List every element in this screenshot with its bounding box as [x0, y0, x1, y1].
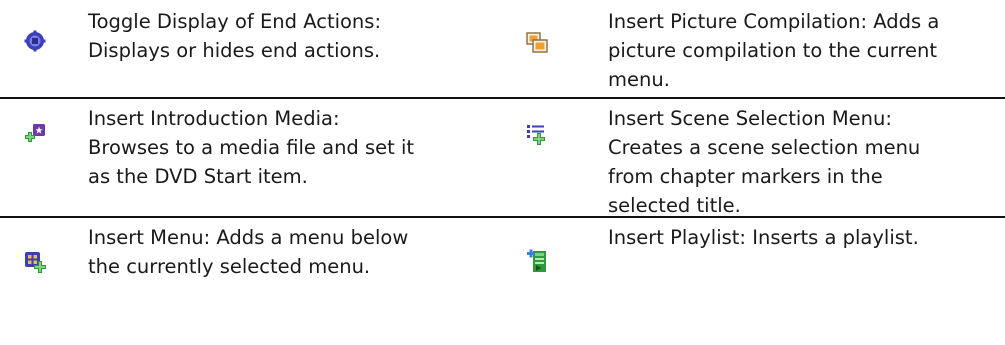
toolbar-reference-table: Toggle Display of End Actions: Displays …: [0, 0, 1005, 345]
table-row: Insert Introduction Media: Browses to a …: [0, 99, 1005, 218]
table-row: Toggle Display of End Actions: Displays …: [0, 0, 1005, 99]
picture-compilation-icon: [526, 32, 548, 54]
table-cell-toggle-end-actions: Toggle Display of End Actions: Displays …: [0, 0, 500, 97]
table-cell-insert-menu: Insert Menu: Adds a menu below the curre…: [0, 218, 500, 345]
table-cell-insert-playlist: Insert Playlist: Inserts a playlist.: [500, 218, 1005, 345]
table-row: Insert Menu: Adds a menu below the curre…: [0, 218, 1005, 345]
toggle-end-actions-icon: [24, 30, 46, 52]
item-description: Insert Menu: Adds a menu below the curre…: [88, 226, 409, 278]
scene-selection-menu-icon: [526, 123, 548, 145]
table-cell-insert-scene-selection-menu: Insert Scene Selection Menu: Creates a s…: [500, 99, 1005, 217]
item-description: Toggle Display of End Actions: Displays …: [88, 10, 382, 62]
insert-introduction-media-icon: [24, 123, 46, 145]
table-cell-insert-introduction-media: Insert Introduction Media: Browses to a …: [0, 99, 500, 216]
item-description: Insert Picture Compilation: Adds a pictu…: [608, 10, 940, 91]
table-cell-insert-picture-compilation: Insert Picture Compilation: Adds a pictu…: [500, 0, 1005, 97]
insert-menu-icon: [24, 251, 46, 273]
insert-playlist-icon: [526, 248, 548, 272]
item-description: Insert Introduction Media: Browses to a …: [88, 107, 415, 188]
item-description: Insert Playlist: Inserts a playlist.: [608, 226, 919, 249]
item-description: Insert Scene Selection Menu: Creates a s…: [608, 107, 921, 217]
